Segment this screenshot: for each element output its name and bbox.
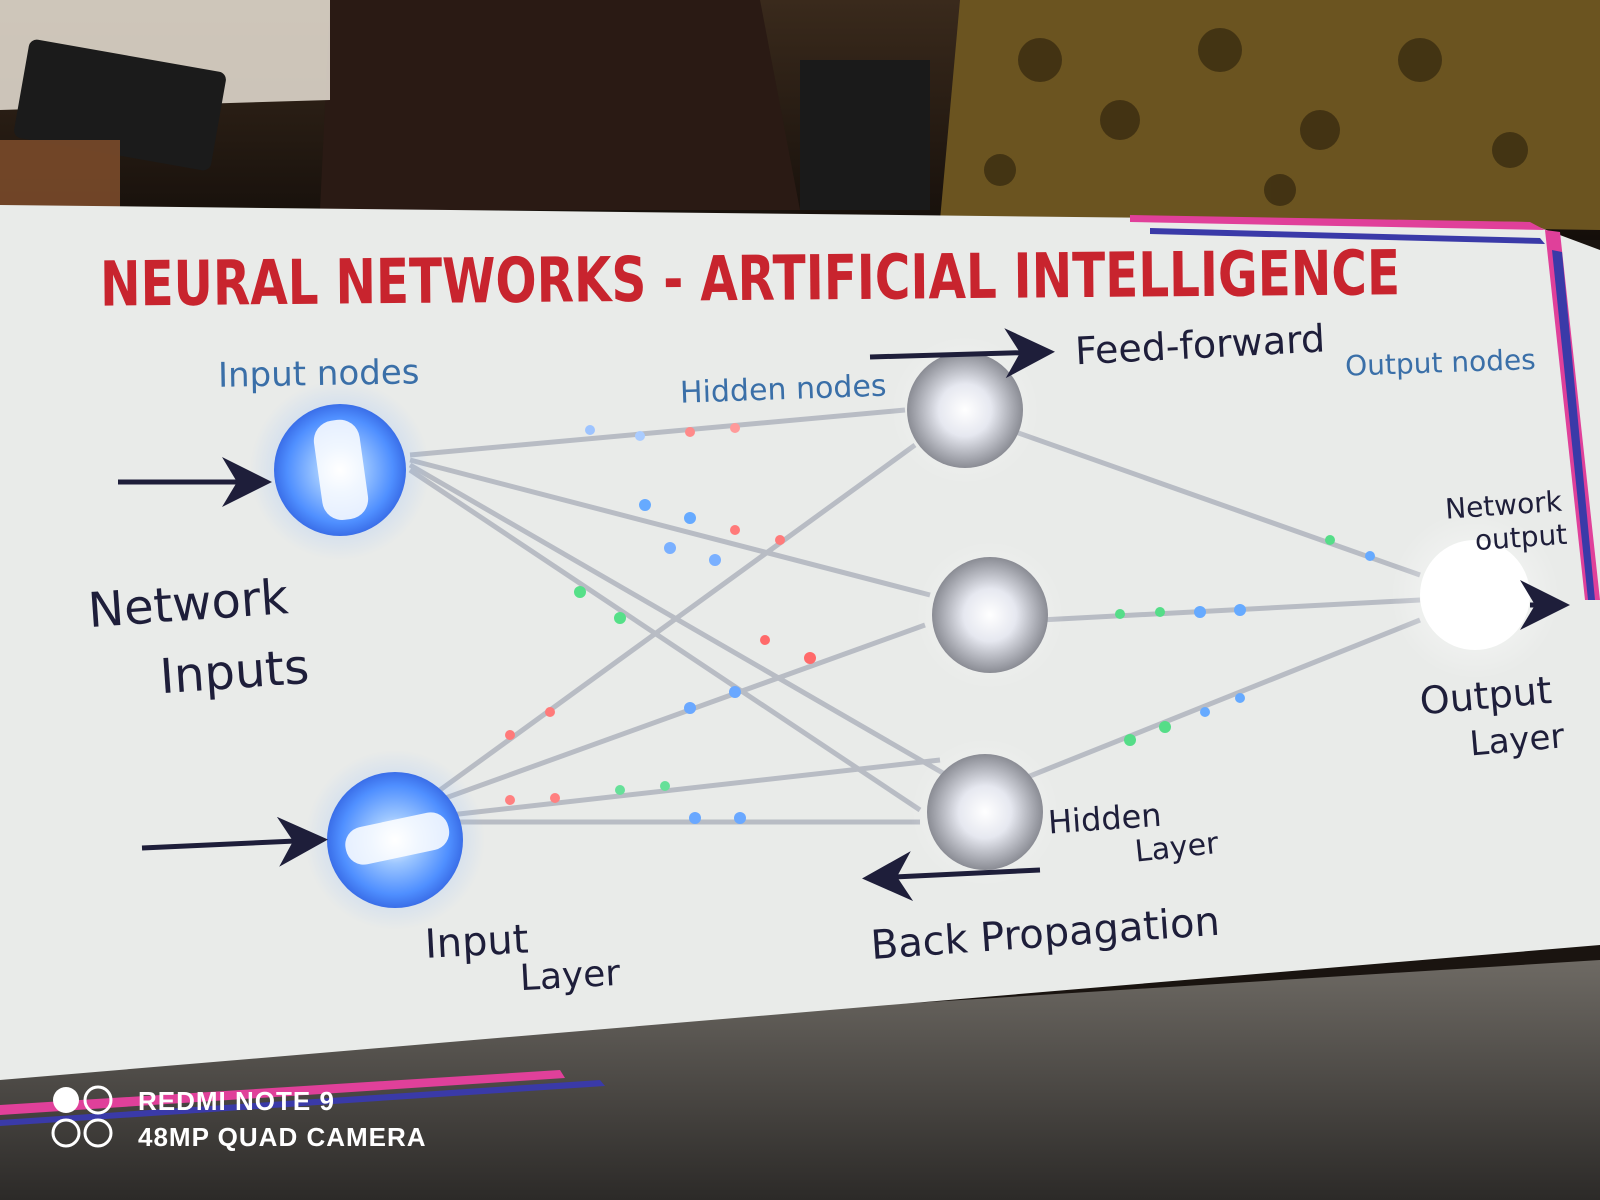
label-network-inputs-line2: Inputs — [158, 639, 311, 705]
person-dark-shirt — [320, 0, 800, 210]
input-node-1 — [250, 380, 430, 560]
watermark-camera: 48MP QUAD CAMERA — [138, 1122, 427, 1152]
photo-scene: NEURAL NETWORKS - ARTIFICIAL INTELLIGENC… — [0, 0, 1600, 1200]
poster-title: NEURAL NETWORKS - ARTIFICIAL INTELLIGENC… — [100, 236, 1401, 320]
hidden-node-2 — [915, 540, 1065, 690]
input-node-2 — [305, 750, 485, 930]
label-output-layer-line2: Layer — [1468, 716, 1566, 764]
label-input-layer-line1: Input — [424, 916, 530, 967]
label-input-layer-line2: Layer — [519, 953, 622, 999]
watermark-model: REDMI NOTE 9 — [138, 1086, 335, 1116]
label-input-nodes: Input nodes — [218, 352, 420, 396]
label-output-nodes: Output nodes — [1345, 343, 1537, 383]
hidden-node-3 — [910, 737, 1060, 887]
label-hidden-nodes: Hidden nodes — [679, 369, 887, 411]
background-poster — [800, 60, 930, 210]
label-network-output-line2: output — [1474, 518, 1568, 557]
